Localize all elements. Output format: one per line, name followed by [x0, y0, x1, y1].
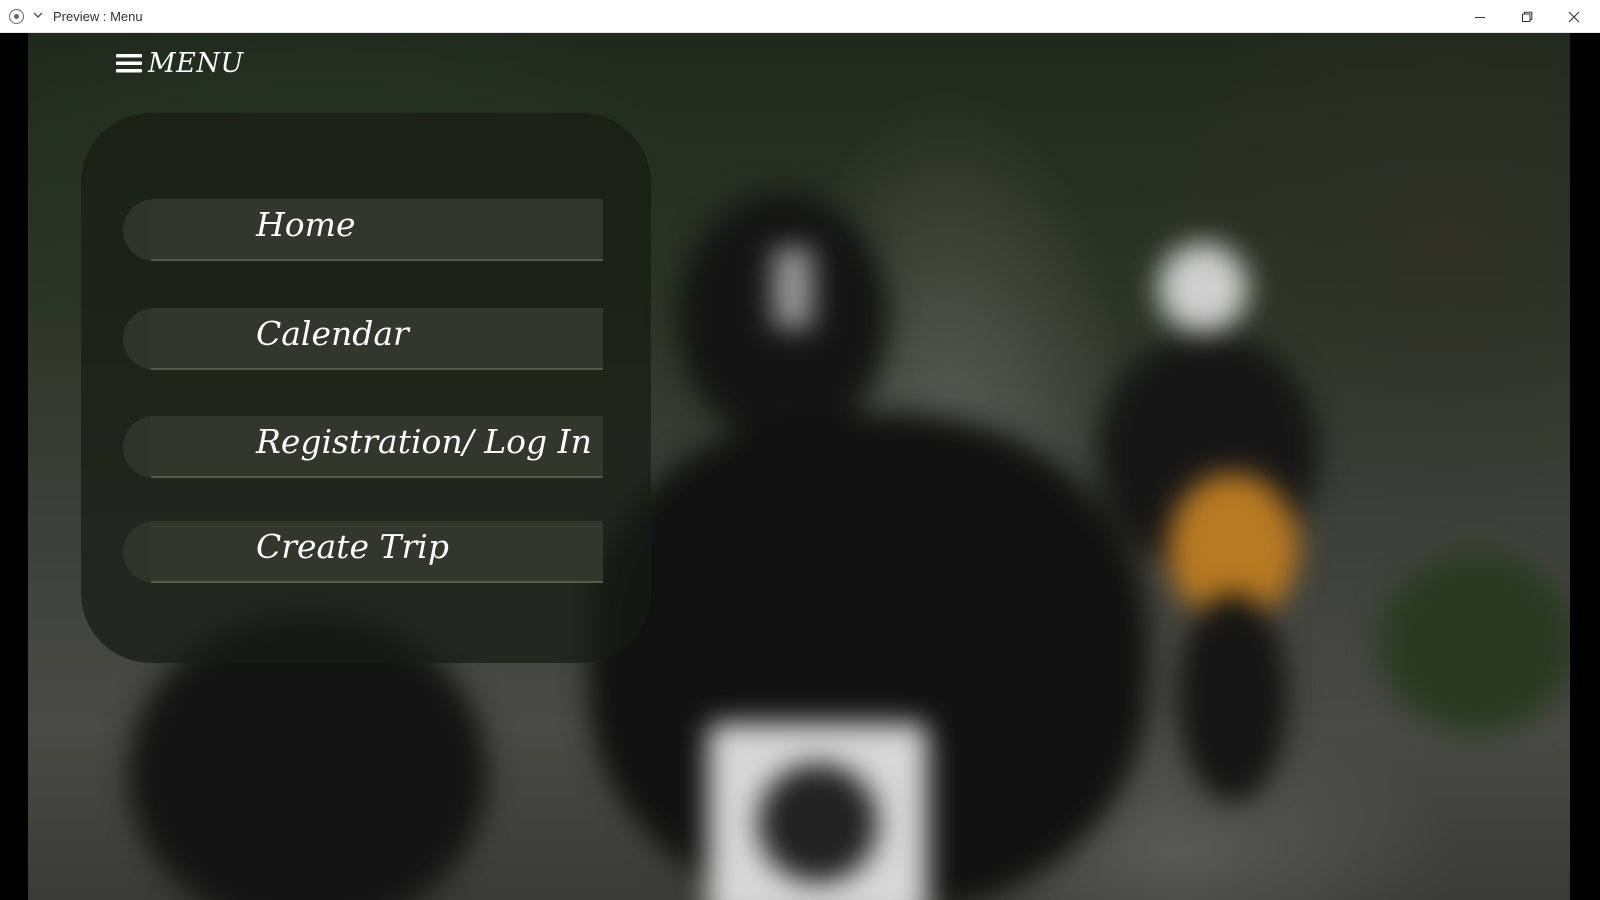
- hamburger-icon: [116, 54, 142, 73]
- button-bar: [151, 199, 603, 261]
- chevron-down-icon[interactable]: [33, 9, 43, 21]
- calendar-label: Calendar: [256, 314, 409, 353]
- registration-login-label: Registration/ Log In: [256, 422, 592, 461]
- maximize-icon: [1522, 11, 1533, 22]
- home-label: Home: [256, 205, 356, 244]
- close-button[interactable]: [1551, 0, 1597, 33]
- minimize-icon: [1475, 16, 1485, 18]
- menu-title: MENU: [148, 47, 244, 79]
- minimize-button[interactable]: [1457, 0, 1503, 33]
- menu-toggle-button[interactable]: MENU: [116, 43, 244, 83]
- home-button[interactable]: Home: [123, 199, 603, 261]
- menu-panel: Home Calendar Registration/ Log In Creat…: [81, 113, 651, 663]
- calendar-button[interactable]: Calendar: [123, 308, 603, 370]
- app-viewport: MENU Home Calendar Registration/ Log In: [0, 33, 1600, 900]
- window-title-bar: Preview : Menu: [0, 0, 1600, 33]
- create-trip-label: Create Trip: [256, 527, 449, 566]
- registration-login-button[interactable]: Registration/ Log In: [123, 416, 603, 478]
- window-title: Preview : Menu: [53, 9, 143, 24]
- close-icon: [1568, 11, 1580, 22]
- maximize-button[interactable]: [1504, 0, 1550, 33]
- app-icon[interactable]: [9, 9, 24, 24]
- background-photo: MENU Home Calendar Registration/ Log In: [28, 33, 1570, 900]
- create-trip-button[interactable]: Create Trip: [123, 521, 603, 583]
